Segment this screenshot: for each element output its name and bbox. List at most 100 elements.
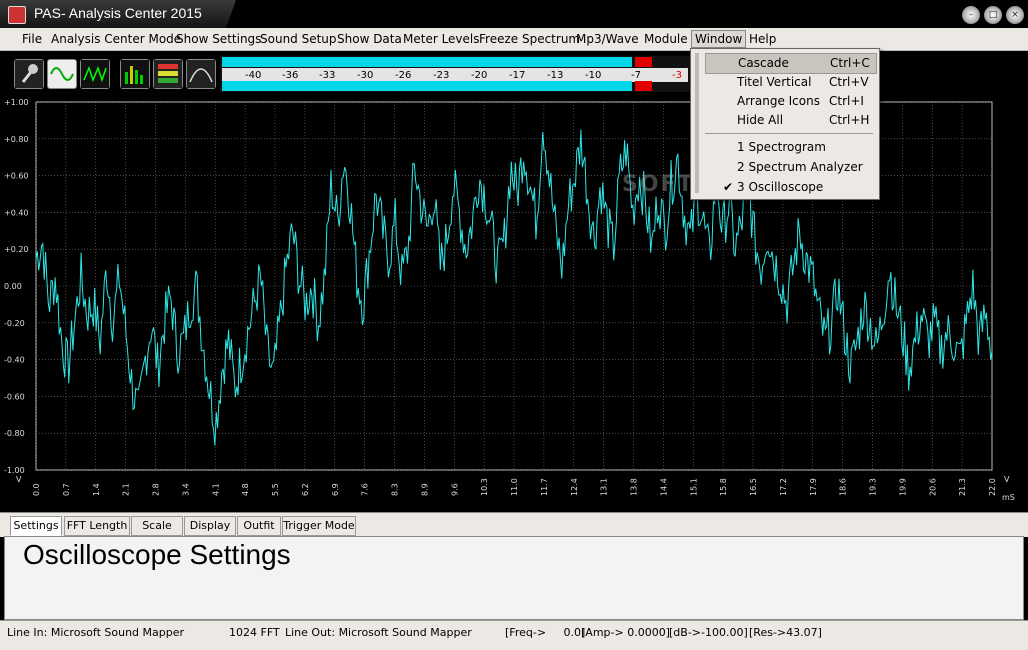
x-tick-label: 15.8: [719, 478, 728, 496]
menu-module[interactable]: Module: [644, 32, 688, 46]
meter-tick: -23: [433, 70, 450, 81]
settings-panel: Oscilloscope Settings: [4, 536, 1024, 620]
menu-show-data[interactable]: Show Data: [337, 32, 402, 46]
level-bar-right-peak: [635, 81, 652, 91]
x-tick-label: 6.9: [331, 483, 340, 496]
tab-fft-length[interactable]: FFT Length: [64, 516, 130, 536]
menu-item-spectrogram[interactable]: 1 Spectrogram: [691, 138, 879, 157]
meter-tick: -13: [547, 70, 564, 81]
x-tick-label: 9.6: [450, 483, 459, 496]
y-tick-label: +0.80: [4, 135, 29, 144]
menu-item-label: Titel Vertical: [737, 75, 812, 89]
menu-mp3-wave[interactable]: Mp3/Wave: [576, 32, 639, 46]
x-tick-label: 0.7: [62, 483, 71, 496]
y-tick-label: +0.40: [4, 208, 29, 217]
menu-item-label: 3 Oscilloscope: [737, 180, 824, 194]
meter-tick: -10: [585, 70, 602, 81]
menu-analysis-center-mode[interactable]: Analysis Center Mode: [51, 32, 181, 46]
close-icon[interactable]: ×: [1006, 6, 1024, 24]
y-unit-label: V: [16, 475, 22, 484]
x-tick-label: 2.8: [152, 483, 161, 496]
x-tick-label: 0.0: [32, 483, 41, 496]
menu-freeze-spectrum[interactable]: Freeze Spectrum: [479, 32, 580, 46]
x-tick-label: 11.0: [510, 478, 519, 496]
x-tick-label: 13.1: [600, 478, 609, 496]
x-tick-label: 5.5: [271, 483, 280, 496]
menu-item-shortcut: Ctrl+I: [829, 94, 864, 108]
y-tick-label: +0.60: [4, 172, 29, 181]
menu-separator: [705, 133, 873, 134]
x-tick-label: 6.2: [301, 483, 310, 496]
y-tick-label: +0.20: [4, 245, 29, 254]
menu-item-shortcut: Ctrl+H: [829, 113, 870, 127]
meter-tick: -33: [319, 70, 336, 81]
menu-file[interactable]: File: [22, 32, 42, 46]
menu-item-shortcut: Ctrl+C: [830, 56, 870, 70]
x-tick-label: 2.1: [122, 483, 131, 496]
status-fft: 1024 FFT: [229, 626, 280, 639]
window-menu-dropdown: Cascade Ctrl+C Titel Vertical Ctrl+V Arr…: [690, 48, 880, 200]
tab-trigger-mode[interactable]: Trigger Mode: [282, 516, 356, 536]
x-tick-label: 16.5: [749, 478, 758, 496]
x-tick-label: 3.4: [181, 483, 190, 496]
menu-item-hide-all[interactable]: Hide All Ctrl+H: [691, 111, 879, 130]
x-tick-label: 22.0: [988, 478, 997, 496]
tab-outfit[interactable]: Outfit: [237, 516, 281, 536]
y-tick-label: -0.60: [4, 392, 25, 401]
status-bar: Line In: Microsoft Sound Mapper 1024 FFT…: [0, 620, 1028, 650]
x-tick-label: 1.4: [92, 483, 101, 496]
menu-item-label: 2 Spectrum Analyzer: [737, 160, 863, 174]
oscilloscope-icon[interactable]: [80, 59, 110, 89]
sine-wave-icon[interactable]: [47, 59, 77, 89]
window-title: PAS- Analysis Center 2015: [34, 5, 202, 21]
menu-item-spectrum-analyzer[interactable]: 2 Spectrum Analyzer: [691, 158, 879, 177]
status-line-out: Line Out: Microsoft Sound Mapper: [285, 626, 472, 639]
x-tick-label: 19.3: [869, 478, 878, 496]
meter-tick: -7: [631, 70, 641, 81]
spectrum-analyzer-icon[interactable]: [120, 59, 150, 89]
minimize-icon[interactable]: –: [962, 6, 980, 24]
menu-item-arrange-icons[interactable]: Arrange Icons Ctrl+I: [691, 92, 879, 111]
menu-window[interactable]: Window: [691, 30, 747, 48]
menu-sound-setup[interactable]: Sound Setup: [260, 32, 337, 46]
menu-help[interactable]: Help: [749, 32, 776, 46]
x-tick-label: 4.8: [241, 483, 250, 496]
title-tab: PAS- Analysis Center 2015: [0, 0, 236, 28]
status-db: [dB->-100.00]: [669, 626, 748, 639]
level-meter: -40 -36 -33 -30 -26 -23 -20 -17 -13 -10 …: [220, 56, 690, 92]
spectrogram-icon[interactable]: [153, 59, 183, 89]
x-tick-label: 21.3: [958, 478, 967, 496]
menu-item-titel-vertical[interactable]: Titel Vertical Ctrl+V: [691, 73, 879, 92]
meter-tick: -36: [282, 70, 299, 81]
settings-tab-strip: Settings FFT Length Scale Display Outfit…: [0, 512, 1028, 537]
maximize-icon[interactable]: □: [984, 6, 1002, 24]
level-bar-left: [222, 57, 632, 67]
menu-item-label: 1 Spectrogram: [737, 140, 826, 154]
envelope-icon[interactable]: [186, 59, 216, 89]
meter-tick: -3: [672, 70, 682, 81]
app-icon[interactable]: [8, 6, 26, 24]
menu-meter-levels[interactable]: Meter Levels: [403, 32, 480, 46]
x-tick-label: 8.3: [391, 483, 400, 496]
microphone-icon[interactable]: [14, 59, 44, 89]
menu-show-settings[interactable]: Show Settings: [176, 32, 261, 46]
x-tick-label: 20.6: [928, 478, 937, 496]
meter-tick: -40: [245, 70, 262, 81]
x-tick-label: 17.9: [809, 478, 818, 496]
menu-item-oscilloscope[interactable]: ✔ 3 Oscilloscope: [691, 178, 879, 197]
menu-item-cascade[interactable]: Cascade Ctrl+C: [705, 53, 877, 74]
tab-display[interactable]: Display: [184, 516, 236, 536]
x-tick-label: 15.1: [689, 478, 698, 496]
tab-scale[interactable]: Scale: [131, 516, 183, 536]
x-tick-label: 19.9: [898, 478, 907, 496]
y-tick-label: -0.40: [4, 356, 25, 365]
x-tick-label: 17.2: [779, 478, 788, 496]
level-bar-left-peak: [635, 57, 652, 67]
status-line-in: Line In: Microsoft Sound Mapper: [7, 626, 185, 639]
title-bar: PAS- Analysis Center 2015 – □ ×: [0, 0, 1028, 28]
x-tick-label: 7.6: [361, 483, 370, 496]
tab-settings[interactable]: Settings: [10, 516, 62, 536]
menu-item-label: Hide All: [737, 113, 784, 127]
meter-tick: -17: [509, 70, 526, 81]
check-icon: ✔: [723, 180, 734, 194]
